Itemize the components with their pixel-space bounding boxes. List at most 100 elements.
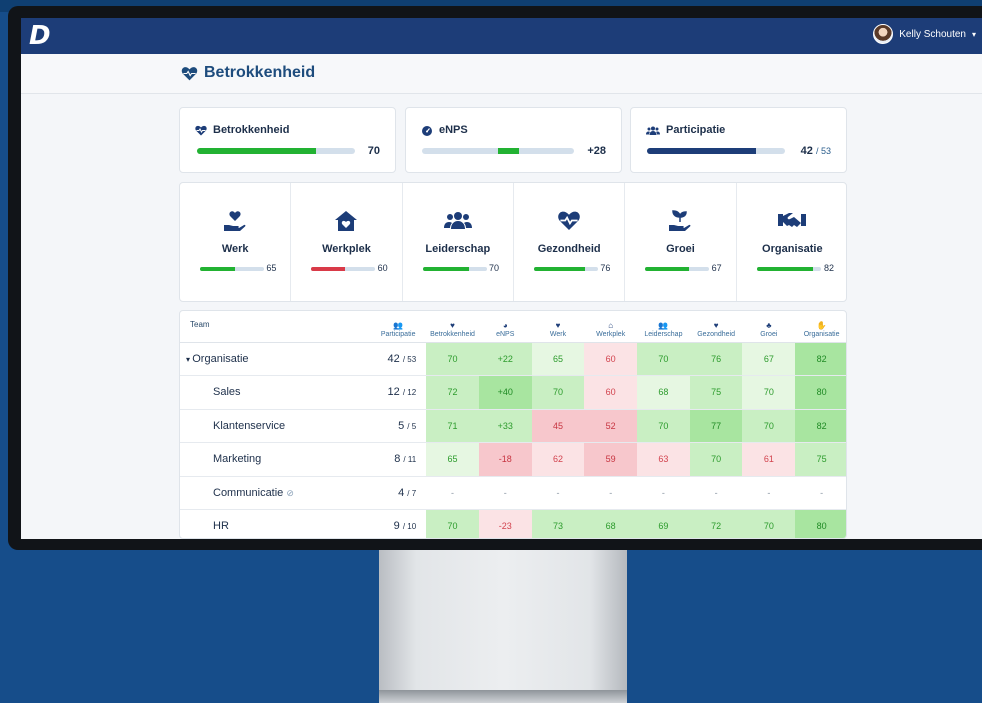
score-cell: 70 — [637, 409, 690, 443]
score-cell: 75 — [795, 442, 846, 477]
progress-bar — [422, 267, 487, 271]
team-name[interactable]: Sales — [180, 375, 371, 410]
category-werk[interactable]: Werk 65 — [180, 183, 292, 301]
score-cell: 70 — [742, 375, 796, 410]
user-menu[interactable]: Kelly Schouten ▾ — [873, 24, 976, 44]
progress-bar — [756, 267, 821, 271]
category-value: 70 — [488, 263, 499, 273]
category-leiderschap[interactable]: Leiderschap 70 — [403, 183, 514, 301]
column-header-team: Team — [180, 311, 371, 343]
score-cell: - — [637, 476, 690, 510]
score-cell: - — [426, 476, 479, 510]
participation-total: / 5 — [407, 421, 417, 431]
column-header-werk[interactable]: ♥ Werk — [531, 311, 585, 343]
category-groei[interactable]: Groei 67 — [625, 183, 737, 301]
column-header-groei[interactable]: ♣ Groei — [742, 311, 796, 343]
category-overview-card: Werk 65 Werkplek 60 Leiderschap 70 Gezondheid 7… — [179, 182, 847, 302]
team-name-text: Marketing — [213, 453, 262, 466]
category-value: 67 — [711, 263, 722, 273]
hand-sprout-icon: ♣ — [766, 320, 772, 330]
team-name-text: Klantenservice — [213, 419, 286, 432]
column-header-leiderschap[interactable]: 👥 Leiderschap — [637, 311, 690, 343]
score-cell: 70 — [742, 409, 796, 443]
column-header-organisatie[interactable]: ✋ Organisatie — [795, 311, 846, 343]
avatar[interactable] — [873, 24, 894, 44]
table-row[interactable]: ▾ Organisatie 42 / 53 70 +22 65 60 70 76 67 82 — [180, 342, 846, 376]
score-cell: - — [531, 476, 585, 510]
hand-heart-icon — [180, 210, 290, 237]
column-header-participatie[interactable]: 👥 Participatie — [370, 311, 427, 343]
user-name[interactable]: Kelly Schouten — [899, 29, 966, 40]
heart-pulse-icon — [195, 125, 207, 135]
page-title: Betrokkenheid — [181, 64, 315, 82]
table-row[interactable]: Sales 12 / 12 72 +40 70 60 68 75 70 80 — [180, 375, 846, 410]
score-cell: 59 — [584, 442, 638, 477]
category-value: 82 — [823, 263, 834, 273]
kpi-card-participatie: Participatie 42 / 53 — [630, 107, 847, 173]
category-value: 65 — [266, 263, 277, 273]
category-label: Gezondheid — [537, 243, 601, 255]
score-cell: 73 — [531, 509, 585, 538]
caret-down-icon[interactable]: ▾ — [972, 30, 976, 39]
gauge-icon — [422, 125, 432, 136]
score-cell: 63 — [637, 442, 690, 477]
score-cell: - — [795, 476, 846, 510]
app-logo[interactable]: D — [29, 21, 51, 51]
column-header-enps[interactable]: ◕ eNPS — [478, 311, 532, 343]
column-header-label: Leiderschap — [644, 330, 683, 338]
score-cell: 80 — [795, 375, 846, 410]
page-title-text: Betrokkenheid — [204, 64, 316, 81]
score-cell: 70 — [689, 442, 743, 477]
eye-slash-icon: ⊘ — [286, 487, 294, 498]
column-header-label: Betrokkenheid — [430, 330, 475, 338]
heart-pulse-icon — [514, 210, 624, 236]
team-name[interactable]: Marketing — [180, 442, 371, 477]
category-label: Werk — [221, 243, 249, 255]
score-cell: +22 — [478, 342, 532, 376]
progress-bar — [647, 148, 785, 154]
progress-bar — [200, 267, 264, 271]
score-cell: 52 — [584, 409, 638, 443]
score-cell: - — [584, 476, 638, 510]
category-value: 60 — [377, 263, 388, 273]
category-organisatie[interactable]: Organisatie 82 — [737, 183, 848, 301]
participation-count: 8 — [394, 453, 401, 466]
score-cell: - — [742, 476, 796, 510]
column-header-gezondheid[interactable]: ♥ Gezondheid — [689, 311, 743, 343]
kpi-label: Betrokkenheid — [213, 124, 290, 136]
team-name[interactable]: HR — [180, 509, 371, 538]
kpi-card-enps: eNPS +28 — [405, 107, 622, 173]
score-cell: 60 — [584, 342, 638, 376]
kpi-value: 70 — [367, 145, 380, 157]
team-name[interactable]: Klantenservice — [180, 409, 371, 443]
score-cell: +40 — [478, 375, 532, 410]
users-icon: 👥 — [393, 320, 404, 330]
participation-cell: 9 / 10 — [370, 509, 427, 538]
column-header-werkplek[interactable]: ⌂ Werkplek — [584, 311, 638, 343]
table-row[interactable]: Klantenservice 5 / 5 71 +33 45 52 70 77 70 82 — [180, 409, 846, 443]
users-icon — [403, 210, 513, 235]
team-name[interactable]: ▾ Organisatie — [180, 342, 371, 376]
table-row[interactable]: Marketing 8 / 11 65 -18 62 59 63 70 61 75 — [180, 442, 846, 477]
column-header-label: Werkplek — [596, 330, 626, 338]
table-row[interactable]: Communicatie ⊘ 4 / 7-------- — [180, 476, 846, 510]
progress-bar — [197, 148, 355, 154]
category-gezondheid[interactable]: Gezondheid 76 — [514, 183, 626, 301]
participation-cell: 5 / 5 — [370, 409, 427, 443]
score-cell: 67 — [742, 342, 796, 376]
progress-bar — [422, 148, 574, 154]
score-cell: -23 — [478, 509, 532, 538]
category-value: 76 — [600, 263, 611, 273]
team-name[interactable]: Communicatie ⊘ — [180, 476, 371, 510]
column-header-label: Gezondheid — [697, 330, 735, 338]
score-cell: - — [478, 476, 532, 510]
column-header-betrokkenheid[interactable]: ♥ Betrokkenheid — [426, 311, 479, 343]
column-header-label: Organisatie — [803, 330, 840, 338]
table-row[interactable]: HR 9 / 10 70 -23 73 68 69 72 70 80 — [180, 509, 846, 538]
category-werkplek[interactable]: Werkplek 60 — [291, 183, 403, 301]
kpi-value: +28 — [587, 145, 606, 157]
handshake-icon — [737, 210, 848, 235]
users-icon: 👥 — [658, 320, 669, 330]
score-cell: 70 — [426, 342, 479, 376]
progress-bar — [311, 267, 376, 271]
